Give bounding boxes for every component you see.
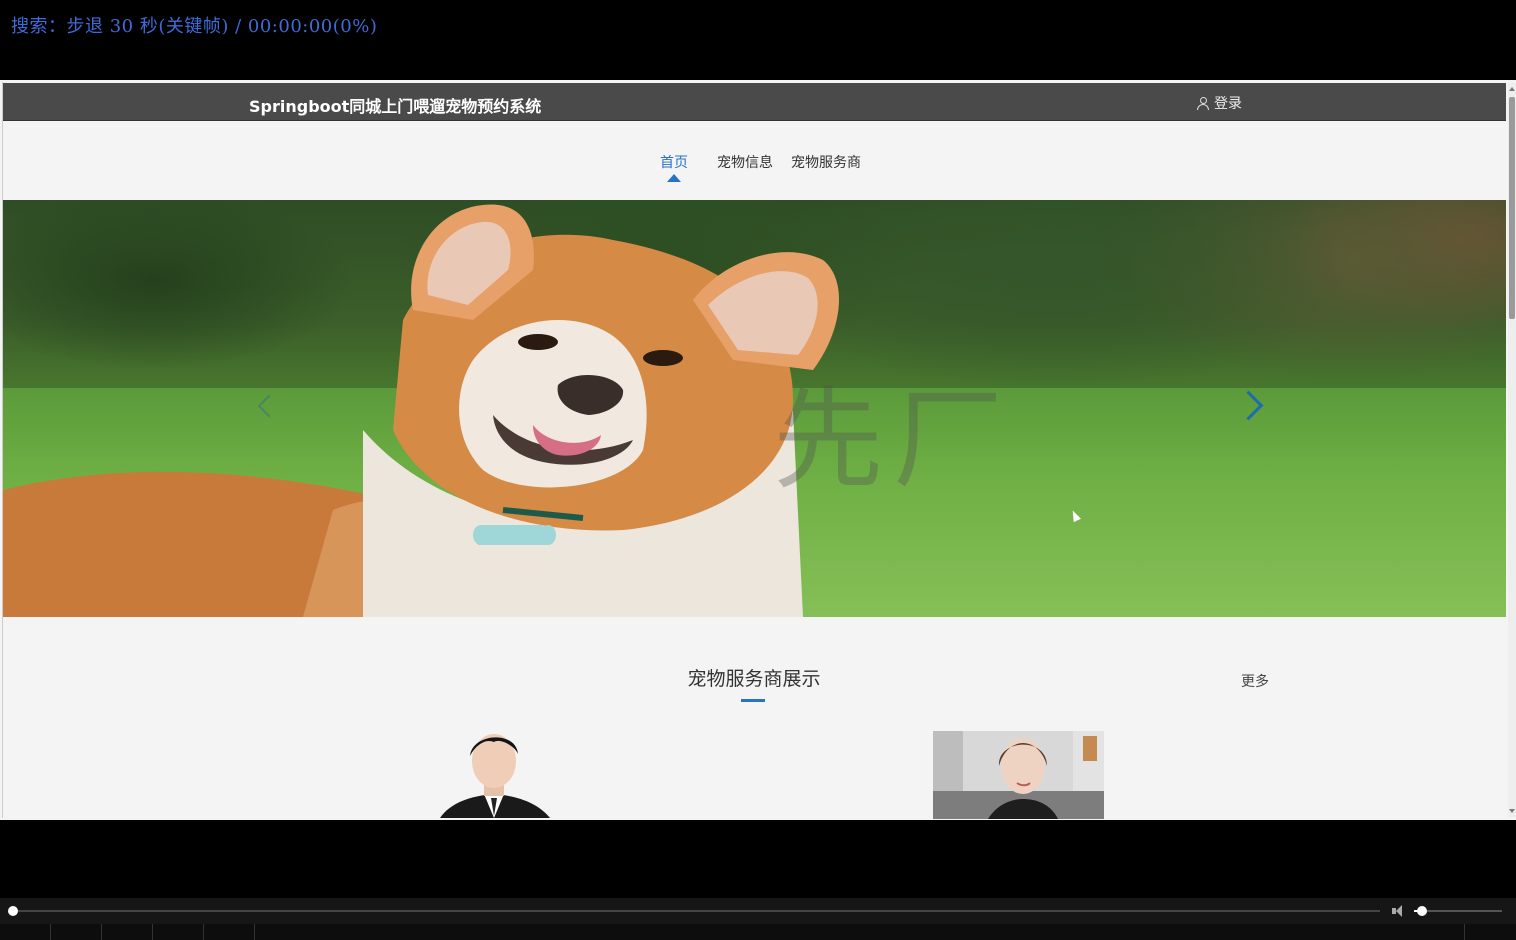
player-button-4[interactable]: [153, 924, 204, 940]
banner-carousel[interactable]: 先厂: [3, 200, 1506, 617]
volume-slider[interactable]: [1414, 910, 1502, 912]
player-button-2[interactable]: [51, 924, 102, 940]
seek-handle[interactable]: [8, 906, 18, 916]
seek-bar[interactable]: [10, 910, 1380, 912]
nav-item-pet-providers[interactable]: 宠物服务商: [791, 152, 861, 172]
site-header: Springboot同城上门喂遛宠物预约系统 登录: [3, 83, 1506, 121]
player-button-3[interactable]: [102, 924, 153, 940]
player-button-5[interactable]: [204, 924, 255, 940]
nav-item-pet-info[interactable]: 宠物信息: [717, 152, 773, 172]
player-button-1[interactable]: [0, 924, 51, 940]
scrollbar-thumb[interactable]: [1509, 97, 1515, 319]
player-button-row: [0, 924, 1516, 940]
volume-handle[interactable]: [1417, 906, 1428, 916]
player-controls: [0, 898, 1516, 940]
video-frame: Springboot同城上门喂遛宠物预约系统 登录 首页 宠物信息 宠物服务商: [0, 80, 1516, 820]
provider-card-1-photo[interactable]: [420, 728, 568, 818]
user-icon: [1197, 96, 1209, 110]
section-title: 宠物服务商展示: [687, 668, 821, 690]
page-scrollbar[interactable]: [1508, 83, 1516, 817]
more-link[interactable]: 更多: [1241, 671, 1269, 691]
provider-card-2-photo[interactable]: [933, 731, 1104, 819]
woman-portrait-image: [933, 731, 1104, 819]
section-title-underline: [741, 699, 765, 702]
nav-active-indicator: [667, 174, 681, 182]
corgi-photo: [3, 204, 840, 617]
site-title: Springboot同城上门喂遛宠物预约系统: [249, 97, 542, 116]
player-button-6[interactable]: [1464, 924, 1515, 940]
speaker-icon[interactable]: [1392, 905, 1406, 917]
osd-status-text: 搜索：步退 30 秒(关键帧) / 00:00:00(0%): [11, 16, 378, 37]
login-link[interactable]: 登录: [1197, 93, 1242, 113]
main-nav: 首页 宠物信息 宠物服务商: [0, 152, 1516, 182]
banner-watermark: 先厂: [773, 376, 1013, 504]
login-label: 登录: [1214, 96, 1242, 112]
nav-item-home[interactable]: 首页: [660, 152, 688, 172]
scroll-down-arrow-icon[interactable]: [1509, 809, 1515, 813]
scroll-up-arrow-icon[interactable]: [1509, 87, 1515, 91]
man-portrait-image: [420, 728, 568, 818]
